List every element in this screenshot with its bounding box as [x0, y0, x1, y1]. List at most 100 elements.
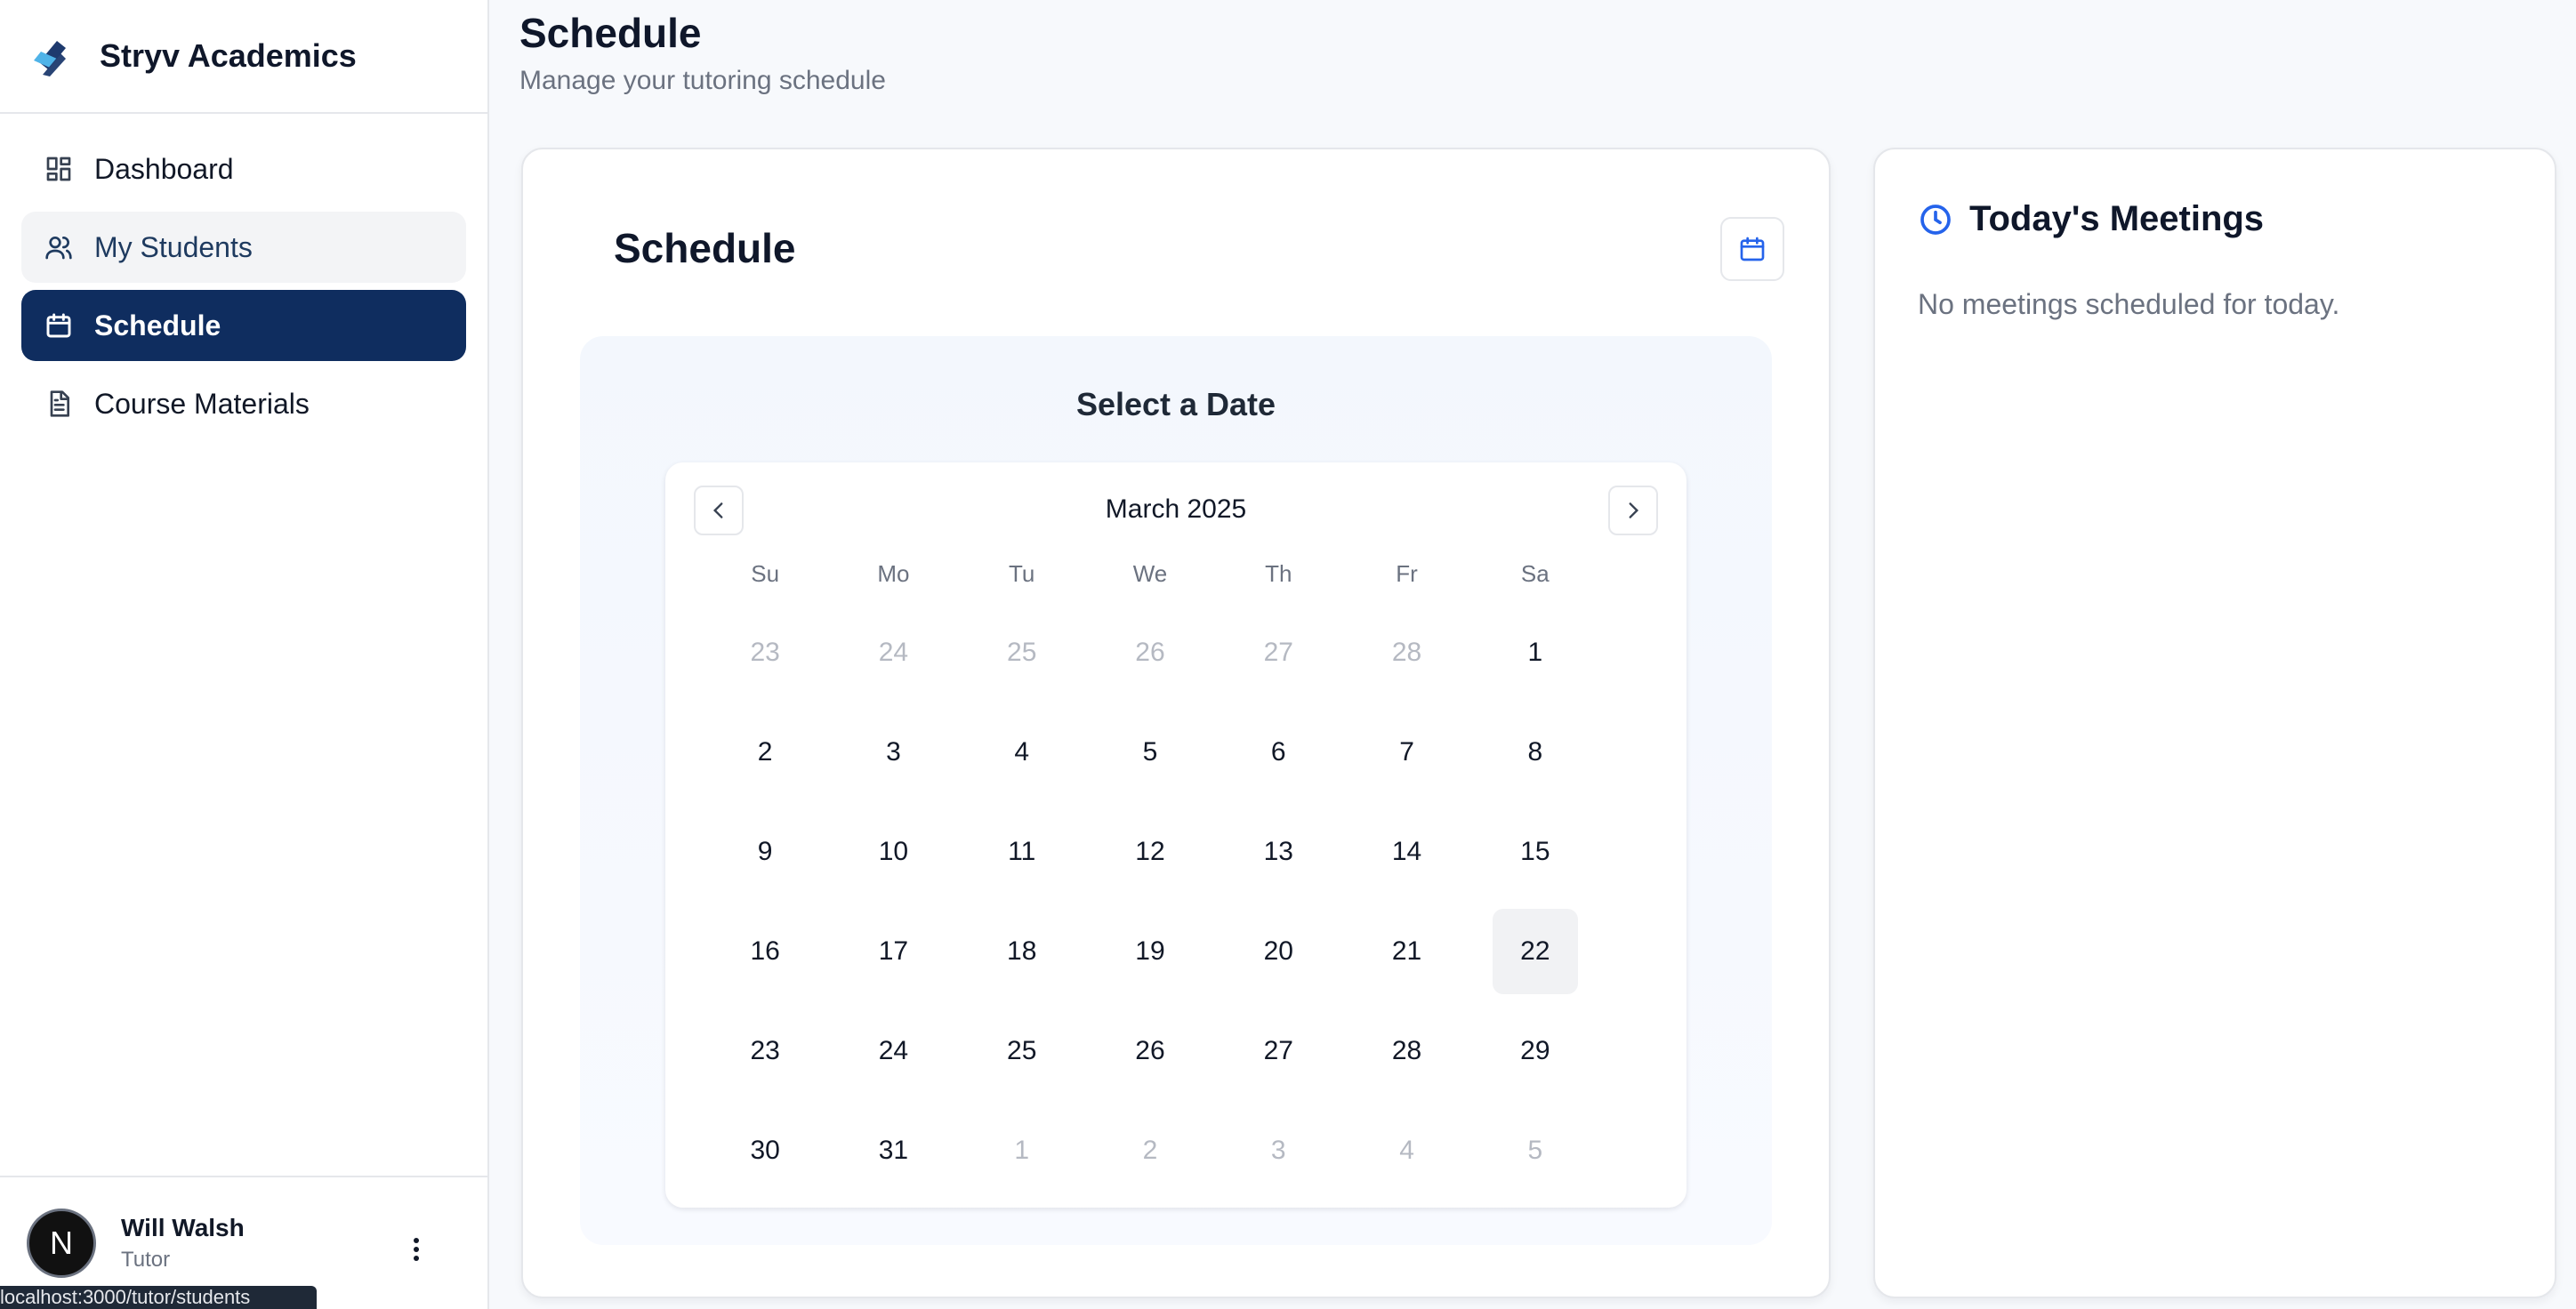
- weekday-label: Th: [1265, 560, 1292, 587]
- calendar-day-today[interactable]: 22: [1471, 902, 1599, 1001]
- sidebar: Stryv Academics Dashboard My Students Sc…: [0, 0, 489, 1309]
- calendar-day[interactable]: 25: [958, 1001, 1086, 1101]
- calendar-day[interactable]: 18: [958, 902, 1086, 1001]
- weekday-label: Tu: [1009, 560, 1035, 587]
- calendar-day[interactable]: 6: [1214, 703, 1342, 802]
- meetings-title: Today's Meetings: [1969, 199, 2265, 238]
- brand-logo-icon: [34, 41, 66, 76]
- calendar-day[interactable]: 31: [829, 1101, 957, 1201]
- calendar-day-number: 25: [1007, 1036, 1037, 1065]
- calendar-day[interactable]: 26: [1086, 603, 1214, 703]
- weekday-label: We: [1132, 560, 1168, 587]
- calendar-day-number: 17: [878, 936, 909, 966]
- calendar-day[interactable]: 7: [1342, 703, 1470, 802]
- user-info: Will Walsh Tutor: [121, 1214, 245, 1273]
- calendar-day[interactable]: 28: [1342, 1001, 1470, 1101]
- calendar-day[interactable]: 19: [1086, 902, 1214, 1001]
- calendar-day-number: 27: [1263, 1036, 1293, 1065]
- page-subtitle: Manage your tutoring schedule: [519, 66, 886, 95]
- sidebar-item-label: My Students: [94, 230, 253, 263]
- calendar-day[interactable]: 23: [701, 1001, 829, 1101]
- app-window: Stryv Academics Dashboard My Students Sc…: [0, 0, 2576, 1309]
- calendar-day-number: 19: [1135, 936, 1165, 966]
- calendar-day-number: 7: [1399, 737, 1414, 767]
- calendar-week-row: 23 24 25 26 27 28 29: [701, 1001, 1599, 1101]
- calendar-day[interactable]: 1: [958, 1101, 1086, 1201]
- calendar-day[interactable]: 13: [1214, 802, 1342, 902]
- calendar-day-number: 2: [1142, 1136, 1158, 1165]
- calendar-day[interactable]: 28: [1342, 603, 1470, 703]
- calendar-day[interactable]: 3: [1214, 1101, 1342, 1201]
- calendar-day[interactable]: 20: [1214, 902, 1342, 1001]
- calendar-day[interactable]: 5: [1471, 1101, 1599, 1201]
- calendar-day[interactable]: 3: [829, 703, 957, 802]
- sidebar-item-label: Schedule: [94, 309, 221, 341]
- calendar-day[interactable]: 30: [701, 1101, 829, 1201]
- calendar-day[interactable]: 24: [829, 603, 957, 703]
- calendar-day[interactable]: 9: [701, 802, 829, 902]
- calendar-day[interactable]: 8: [1471, 703, 1599, 802]
- sidebar-item-dashboard[interactable]: Dashboard: [21, 133, 466, 205]
- todays-meetings-card: Today's Meetings No meetings scheduled f…: [1873, 148, 2556, 1298]
- next-month-button[interactable]: [1608, 486, 1658, 535]
- sidebar-item-label: Course Materials: [94, 387, 310, 420]
- calendar-day[interactable]: 10: [829, 802, 957, 902]
- calendar-day[interactable]: 27: [1214, 603, 1342, 703]
- calendar-day-number: 5: [1142, 737, 1158, 767]
- sidebar-item-course-materials[interactable]: Course Materials: [21, 368, 466, 439]
- calendar-day-number: 3: [886, 737, 901, 767]
- calendar: March 2025 Su Mo Tu We Th Fr Sa 23 24 25 26 27 28 1 2…: [665, 462, 1686, 1208]
- calendar-week-row: 2 3 4 5 6 7 8: [701, 703, 1599, 802]
- calendar-day[interactable]: 25: [958, 603, 1086, 703]
- calendar-day[interactable]: 27: [1214, 1001, 1342, 1101]
- calendar-day[interactable]: 1: [1471, 603, 1599, 703]
- calendar-day-number: 1: [1527, 638, 1543, 667]
- calendar-day[interactable]: 21: [1342, 902, 1470, 1001]
- calendar-day-number: 26: [1135, 1036, 1165, 1065]
- calendar-day[interactable]: 23: [701, 603, 829, 703]
- calendar-day[interactable]: 14: [1342, 802, 1470, 902]
- calendar-day[interactable]: 5: [1086, 703, 1214, 802]
- calendar-day[interactable]: 12: [1086, 802, 1214, 902]
- calendar-day-number: 24: [878, 638, 909, 667]
- calendar-day-number: 29: [1520, 1036, 1550, 1065]
- calendar-day[interactable]: 2: [701, 703, 829, 802]
- chevron-right-icon: [1629, 502, 1639, 518]
- schedule-card-title: Schedule: [614, 225, 796, 271]
- meetings-header: Today's Meetings: [1918, 199, 2264, 239]
- user-name: Will Walsh: [121, 1214, 245, 1241]
- calendar-day-number: 9: [757, 837, 773, 866]
- calendar-day[interactable]: 4: [958, 703, 1086, 802]
- calendar-day[interactable]: 16: [701, 902, 829, 1001]
- calendar-day[interactable]: 29: [1471, 1001, 1599, 1101]
- calendar-day[interactable]: 11: [958, 802, 1086, 902]
- brand-name: Stryv Academics: [100, 37, 357, 74]
- sidebar-item-schedule[interactable]: Schedule: [21, 290, 466, 361]
- weekday-label: Su: [751, 560, 780, 587]
- calendar-day[interactable]: 24: [829, 1001, 957, 1101]
- calendar-day[interactable]: 4: [1342, 1101, 1470, 1201]
- calendar-day-number: 16: [750, 936, 780, 966]
- calendar-day-number: 18: [1007, 936, 1037, 966]
- weekday-label: Fr: [1396, 560, 1418, 587]
- sidebar-nav: Dashboard My Students Schedule Course Ma…: [0, 114, 487, 439]
- calendar-day-number: 8: [1527, 737, 1543, 767]
- calendar-day-number: 15: [1520, 837, 1550, 866]
- calendar-view-button[interactable]: [1720, 217, 1784, 281]
- sidebar-item-my-students[interactable]: My Students: [21, 212, 466, 283]
- calendar-day-number: 25: [1007, 638, 1037, 667]
- more-vertical-icon[interactable]: [407, 1236, 425, 1263]
- avatar[interactable]: N: [27, 1209, 96, 1278]
- calendar-day-number: 30: [750, 1136, 780, 1165]
- calendar-day[interactable]: 26: [1086, 1001, 1214, 1101]
- calendar-day-number: 1: [1014, 1136, 1030, 1165]
- calendar-day[interactable]: 2: [1086, 1101, 1214, 1201]
- brand[interactable]: Stryv Academics: [0, 0, 487, 114]
- schedule-card: Schedule Select a Date March 2025 Su Mo Tu…: [521, 148, 1831, 1298]
- calendar-day[interactable]: 15: [1471, 802, 1599, 902]
- calendar-week-row: 9 10 11 12 13 14 15: [701, 802, 1599, 902]
- calendar-day[interactable]: 17: [829, 902, 957, 1001]
- users-icon: [43, 231, 75, 263]
- calendar-week-row: 16 17 18 19 20 21 22: [701, 902, 1599, 1001]
- calendar-day-number: 12: [1135, 837, 1165, 866]
